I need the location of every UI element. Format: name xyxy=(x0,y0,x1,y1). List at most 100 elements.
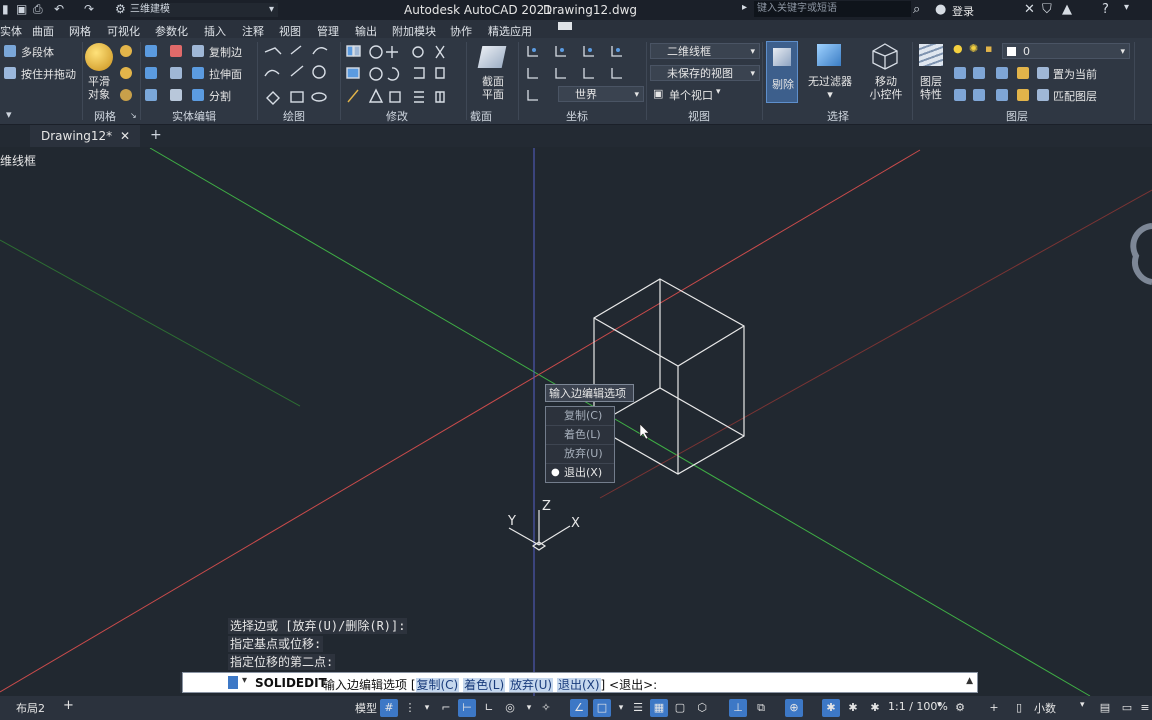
intersect-icon[interactable] xyxy=(145,67,157,79)
plus-icon[interactable]: + xyxy=(985,699,1003,717)
section-plane-button[interactable]: 截面 平面 xyxy=(476,75,510,101)
close-icon[interactable]: ✕ xyxy=(120,125,130,147)
dynamic-input-icon[interactable]: ⊢ xyxy=(458,699,476,717)
chevron-down-icon[interactable]: ▾ xyxy=(242,675,247,686)
ucs-dropdown[interactable]: 世界 ▾ xyxy=(558,86,644,102)
layer-dropdown[interactable]: 0 ▾ xyxy=(1002,43,1130,59)
tab-collaborate[interactable]: 协作 xyxy=(450,23,472,39)
match-layer-button[interactable]: 匹配图层 xyxy=(1053,88,1097,104)
open-icon[interactable]: ▮ xyxy=(2,2,9,16)
viewport-label[interactable]: 维线框 xyxy=(0,152,36,169)
modify-tools-grid[interactable] xyxy=(344,42,462,106)
command-line-input[interactable]: ▾ SOLIDEDIT 输入边编辑选项 [复制(C) 着色(L) 放弃(U) 退… xyxy=(182,672,978,693)
tab-mesh[interactable]: 网格 xyxy=(69,23,91,39)
file-tab-drawing[interactable]: Drawing12* ✕ xyxy=(30,125,140,147)
saved-view-dropdown[interactable]: 未保存的视图 ▾ xyxy=(650,65,760,81)
wireframe-box[interactable] xyxy=(593,278,745,475)
search-input[interactable]: 键入关键字或短语 xyxy=(754,1,911,17)
layer-tool-icon[interactable] xyxy=(996,89,1008,101)
culling-button[interactable]: 剔除 xyxy=(766,41,798,103)
no-filter-dropdown[interactable]: 无过滤器 ▾ xyxy=(805,75,855,101)
dynamic-ucs-icon[interactable]: ⊥ xyxy=(729,699,747,717)
login-button[interactable]: 登录 xyxy=(952,3,974,19)
units-icon[interactable]: ▯ xyxy=(1010,699,1028,717)
tab-surface[interactable]: 曲面 xyxy=(32,23,54,39)
copy-edge-button[interactable]: 复制边 xyxy=(209,44,242,60)
model-space-button[interactable]: 模型 xyxy=(355,700,377,716)
chevron-down-icon[interactable]: ▾ xyxy=(418,699,436,717)
tab-solid[interactable]: 实体 xyxy=(0,23,22,39)
clean-screen-icon[interactable]: ▭ xyxy=(1118,699,1136,717)
annotation-visibility-icon[interactable]: ✱ xyxy=(822,699,840,717)
3d-osnap-icon[interactable]: ⬡ xyxy=(693,699,711,717)
undo-icon[interactable]: ↶ xyxy=(54,2,64,16)
tab-output[interactable]: 输出 xyxy=(355,23,377,39)
properties-icon[interactable]: ▤ xyxy=(1096,699,1114,717)
tab-insert[interactable]: 插入 xyxy=(204,23,226,39)
ortho-icon[interactable]: ∟ xyxy=(480,699,498,717)
print-icon[interactable]: ⎙ xyxy=(33,2,43,17)
subtract-icon[interactable] xyxy=(170,45,182,57)
exchange-icon[interactable]: ✕ xyxy=(1024,2,1035,17)
chevron-down-icon[interactable]: ▾ xyxy=(612,699,630,717)
union-icon[interactable] xyxy=(145,45,157,57)
separate-button[interactable]: 分割 xyxy=(209,88,231,104)
tab-addins[interactable]: 附加模块 xyxy=(392,23,436,39)
chevron-up-icon[interactable]: ▲ xyxy=(966,676,973,686)
object-snap-tracking-icon[interactable]: ∠ xyxy=(570,699,588,717)
lightbulb-icon[interactable]: ● xyxy=(953,42,963,55)
menu-item-undo[interactable]: 放弃(U) xyxy=(546,445,614,464)
selection-cycling-icon[interactable]: ▢ xyxy=(671,699,689,717)
units-value[interactable]: 小数 xyxy=(1034,700,1056,716)
chevron-down-icon[interactable]: ▾ xyxy=(1124,2,1129,13)
presspull-button[interactable]: 按住并拖动 xyxy=(21,66,76,82)
lock-icon[interactable]: ▪ xyxy=(985,42,992,55)
cart-icon[interactable]: ⛉ xyxy=(1042,2,1052,17)
snap-icon[interactable]: ⋮ xyxy=(401,699,419,717)
sun-icon[interactable]: ✺ xyxy=(969,42,978,55)
layer-tool-icon[interactable] xyxy=(973,67,985,79)
mesh-smooth-less-icon[interactable] xyxy=(120,89,132,101)
tab-view[interactable]: 视图 xyxy=(279,23,301,39)
interfere-icon[interactable] xyxy=(170,67,182,79)
mesh-sphere-icon[interactable] xyxy=(120,45,132,57)
polysolid-button[interactable]: 多段体 xyxy=(21,44,54,60)
gear-icon[interactable]: ⚙ xyxy=(951,699,969,717)
viewcube-icon[interactable] xyxy=(1130,223,1152,285)
ribbon-toggle-icon[interactable] xyxy=(558,22,572,30)
chevron-down-icon[interactable]: ▾ xyxy=(1080,700,1085,710)
redo-icon[interactable]: ↷ xyxy=(84,2,94,16)
user-icon[interactable]: ● xyxy=(935,2,946,17)
thicken-icon[interactable] xyxy=(170,89,182,101)
add-layout-button[interactable]: + xyxy=(63,698,74,713)
mesh-smooth-more-icon[interactable] xyxy=(120,67,132,79)
visual-style-dropdown[interactable]: 二维线框 ▾ xyxy=(650,43,760,59)
help-icon[interactable]: ? xyxy=(1102,2,1109,17)
tab-visualize[interactable]: 可视化 xyxy=(107,23,140,39)
gear-icon[interactable]: ⚙ xyxy=(115,2,126,16)
layer-tool-icon[interactable] xyxy=(1017,67,1029,79)
chevron-down-icon[interactable]: ▾ xyxy=(520,699,538,717)
viewport-config-button[interactable]: 单个视口 xyxy=(669,87,713,103)
menu-item-exit[interactable]: ● 退出(X) xyxy=(546,464,614,482)
layer-properties-button[interactable]: 图层 特性 xyxy=(914,75,948,101)
tab-manage[interactable]: 管理 xyxy=(317,23,339,39)
autodesk-icon[interactable]: ▲ xyxy=(1062,2,1072,17)
layer-tool-icon[interactable] xyxy=(973,89,985,101)
menu-item-copy[interactable]: 复制(C) xyxy=(546,407,614,426)
layer-tool-icon[interactable] xyxy=(954,67,966,79)
isodraft-icon[interactable]: ✧ xyxy=(537,699,555,717)
smooth-object-button[interactable]: 平滑 对象 xyxy=(84,75,114,101)
move-gizmo-button[interactable]: 移动 小控件 xyxy=(866,75,906,101)
option-undo[interactable]: 放弃(U) xyxy=(508,678,554,692)
save-icon[interactable]: ▣ xyxy=(16,2,27,16)
search-icon[interactable]: ⌕ xyxy=(913,2,920,17)
workspace-dropdown[interactable]: 三维建模 ▾ xyxy=(130,3,278,17)
annotation-scale-icon[interactable]: ✱ xyxy=(866,699,884,717)
draw-tools-grid[interactable] xyxy=(261,42,339,106)
customize-icon[interactable]: ≡ xyxy=(1136,699,1152,717)
new-tab-button[interactable]: + xyxy=(150,127,162,143)
slice-icon[interactable] xyxy=(145,89,157,101)
launcher-icon[interactable]: ↘ xyxy=(130,111,137,120)
tab-annotate[interactable]: 注释 xyxy=(242,23,264,39)
